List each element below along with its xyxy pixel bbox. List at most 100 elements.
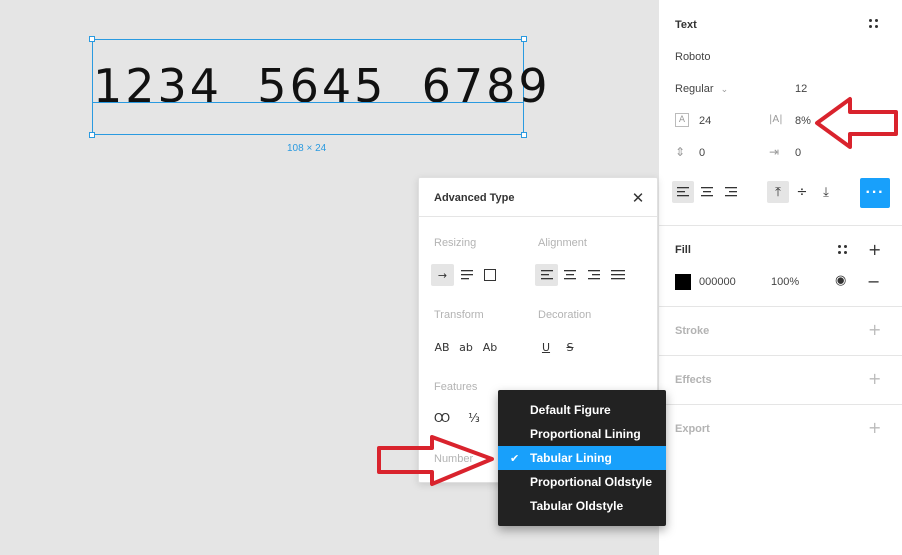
auto-height-button[interactable]: [456, 264, 478, 286]
dimension-label: 108 × 24: [287, 143, 327, 154]
dropdown-option-default-figure[interactable]: Default Figure: [498, 398, 666, 422]
remove-fill-icon[interactable]: −: [867, 274, 880, 290]
align-right-icon: [588, 270, 600, 280]
letter-spacing-icon: |A|: [769, 114, 783, 125]
fill-hex-input[interactable]: 000000: [699, 276, 736, 288]
underline-button[interactable]: U: [535, 336, 557, 358]
type-details-button[interactable]: ···: [860, 178, 890, 208]
more-icon: ···: [865, 184, 885, 201]
uppercase-button[interactable]: AB: [431, 336, 453, 358]
dropdown-option-tabular-oldstyle[interactable]: Tabular Oldstyle: [498, 494, 666, 518]
fraction-icon: ⅓: [468, 411, 480, 425]
resize-handle-top-right[interactable]: [521, 36, 527, 42]
decoration-label: Decoration: [538, 309, 592, 321]
checkmark-icon: ✔: [510, 451, 520, 465]
divider: [419, 216, 657, 217]
fill-styles-icon[interactable]: [838, 245, 848, 255]
resize-handle-bottom-left[interactable]: [89, 132, 95, 138]
adv-align-left-button[interactable]: [535, 264, 558, 286]
option-label: Proportional Oldstyle: [530, 475, 653, 489]
add-fill-icon[interactable]: +: [868, 242, 881, 258]
auto-width-button[interactable]: →: [431, 264, 454, 286]
align-center-icon: [564, 270, 576, 280]
font-style-value: Regular: [675, 83, 714, 95]
align-left-icon: [540, 270, 553, 280]
alignment-label: Alignment: [538, 237, 587, 249]
adv-align-right-button[interactable]: [583, 264, 605, 286]
font-size-input[interactable]: 12: [795, 83, 807, 95]
ligatures-button[interactable]: Ꝏ: [431, 407, 453, 429]
align-bottom-button[interactable]: ⤓: [815, 181, 837, 203]
annotation-arrow-right-icon: [377, 435, 494, 486]
divider: [659, 355, 902, 356]
align-left-icon: [677, 187, 689, 197]
add-export-icon[interactable]: +: [868, 420, 881, 436]
paragraph-spacing-input[interactable]: 0: [699, 147, 705, 159]
annotation-arrow-left-icon: [815, 97, 898, 149]
align-justify-icon: [611, 270, 625, 280]
resize-handle-bottom-right[interactable]: [521, 132, 527, 138]
align-middle-button[interactable]: ÷: [791, 181, 813, 203]
titlecase-button[interactable]: Ab: [479, 336, 501, 358]
adv-align-justify-button[interactable]: [607, 264, 629, 286]
align-left-button[interactable]: [672, 181, 694, 203]
option-label: Tabular Lining: [530, 451, 612, 465]
fixed-size-icon: [484, 269, 496, 281]
dropdown-option-proportional-oldstyle[interactable]: Proportional Oldstyle: [498, 470, 666, 494]
arrow-right-icon: →: [437, 268, 448, 282]
properties-panel: Text Roboto Regular ⌄ 12 A 24 |A| 8% ⇕ 0…: [658, 0, 902, 555]
font-family-select[interactable]: Roboto: [675, 51, 710, 63]
align-top-icon: ⤒: [775, 184, 781, 200]
paragraph-indent-input[interactable]: 0: [795, 147, 801, 159]
text-section-title: Text: [675, 19, 697, 31]
fill-section-title: Fill: [675, 244, 691, 256]
dropdown-option-tabular-lining[interactable]: ✔ Tabular Lining: [498, 446, 666, 470]
divider: [659, 306, 902, 307]
export-section-title: Export: [675, 423, 710, 435]
dropdown-option-proportional-lining[interactable]: Proportional Lining: [498, 422, 666, 446]
font-style-select[interactable]: Regular ⌄: [675, 83, 728, 95]
lowercase-button[interactable]: ab: [455, 336, 477, 358]
divider: [659, 404, 902, 405]
stroke-section-title: Stroke: [675, 325, 710, 337]
option-label: Tabular Oldstyle: [530, 499, 624, 513]
align-bottom-icon: ⤓: [823, 184, 829, 200]
line-height-icon: A: [675, 113, 689, 127]
resize-handle-top-left[interactable]: [89, 36, 95, 42]
option-label: Proportional Lining: [530, 427, 641, 441]
effects-section-title: Effects: [675, 374, 712, 386]
fill-opacity-input[interactable]: 100%: [771, 276, 799, 288]
text-baseline: [93, 102, 523, 103]
fixed-size-button[interactable]: [479, 264, 501, 286]
advanced-type-title: Advanced Type: [434, 192, 515, 204]
transform-label: Transform: [434, 309, 484, 321]
eye-icon[interactable]: ◉: [835, 273, 846, 288]
underline-icon: U: [541, 340, 551, 354]
align-middle-icon: ÷: [796, 184, 808, 200]
paragraph-indent-icon: ⇥: [769, 145, 780, 159]
number-style-dropdown[interactable]: Default Figure Proportional Lining ✔ Tab…: [498, 390, 666, 526]
align-top-button[interactable]: ⤒: [767, 181, 789, 203]
adv-align-center-button[interactable]: [559, 264, 581, 286]
align-right-icon: [725, 187, 737, 197]
sample-text-layer[interactable]: 1234 5645 6789: [93, 56, 548, 116]
option-label: Default Figure: [530, 403, 611, 417]
divider: [659, 225, 902, 226]
ligatures-icon: Ꝏ: [433, 411, 451, 425]
line-height-input[interactable]: 24: [699, 115, 711, 127]
resizing-label: Resizing: [434, 237, 477, 249]
align-center-button[interactable]: [696, 181, 718, 203]
chevron-down-icon: ⌄: [720, 85, 729, 95]
fractions-button[interactable]: ⅓: [463, 407, 485, 429]
align-right-button[interactable]: [720, 181, 742, 203]
align-center-icon: [701, 187, 713, 197]
strikethrough-button[interactable]: S: [559, 336, 581, 358]
letter-spacing-input[interactable]: 8%: [795, 115, 811, 127]
strikethrough-icon: S: [566, 340, 574, 354]
add-stroke-icon[interactable]: +: [868, 322, 881, 338]
features-label: Features: [434, 381, 478, 393]
add-effect-icon[interactable]: +: [868, 371, 881, 387]
text-styles-icon[interactable]: [869, 19, 879, 29]
fill-color-swatch[interactable]: [675, 274, 691, 290]
close-icon[interactable]: ✕: [627, 187, 649, 209]
